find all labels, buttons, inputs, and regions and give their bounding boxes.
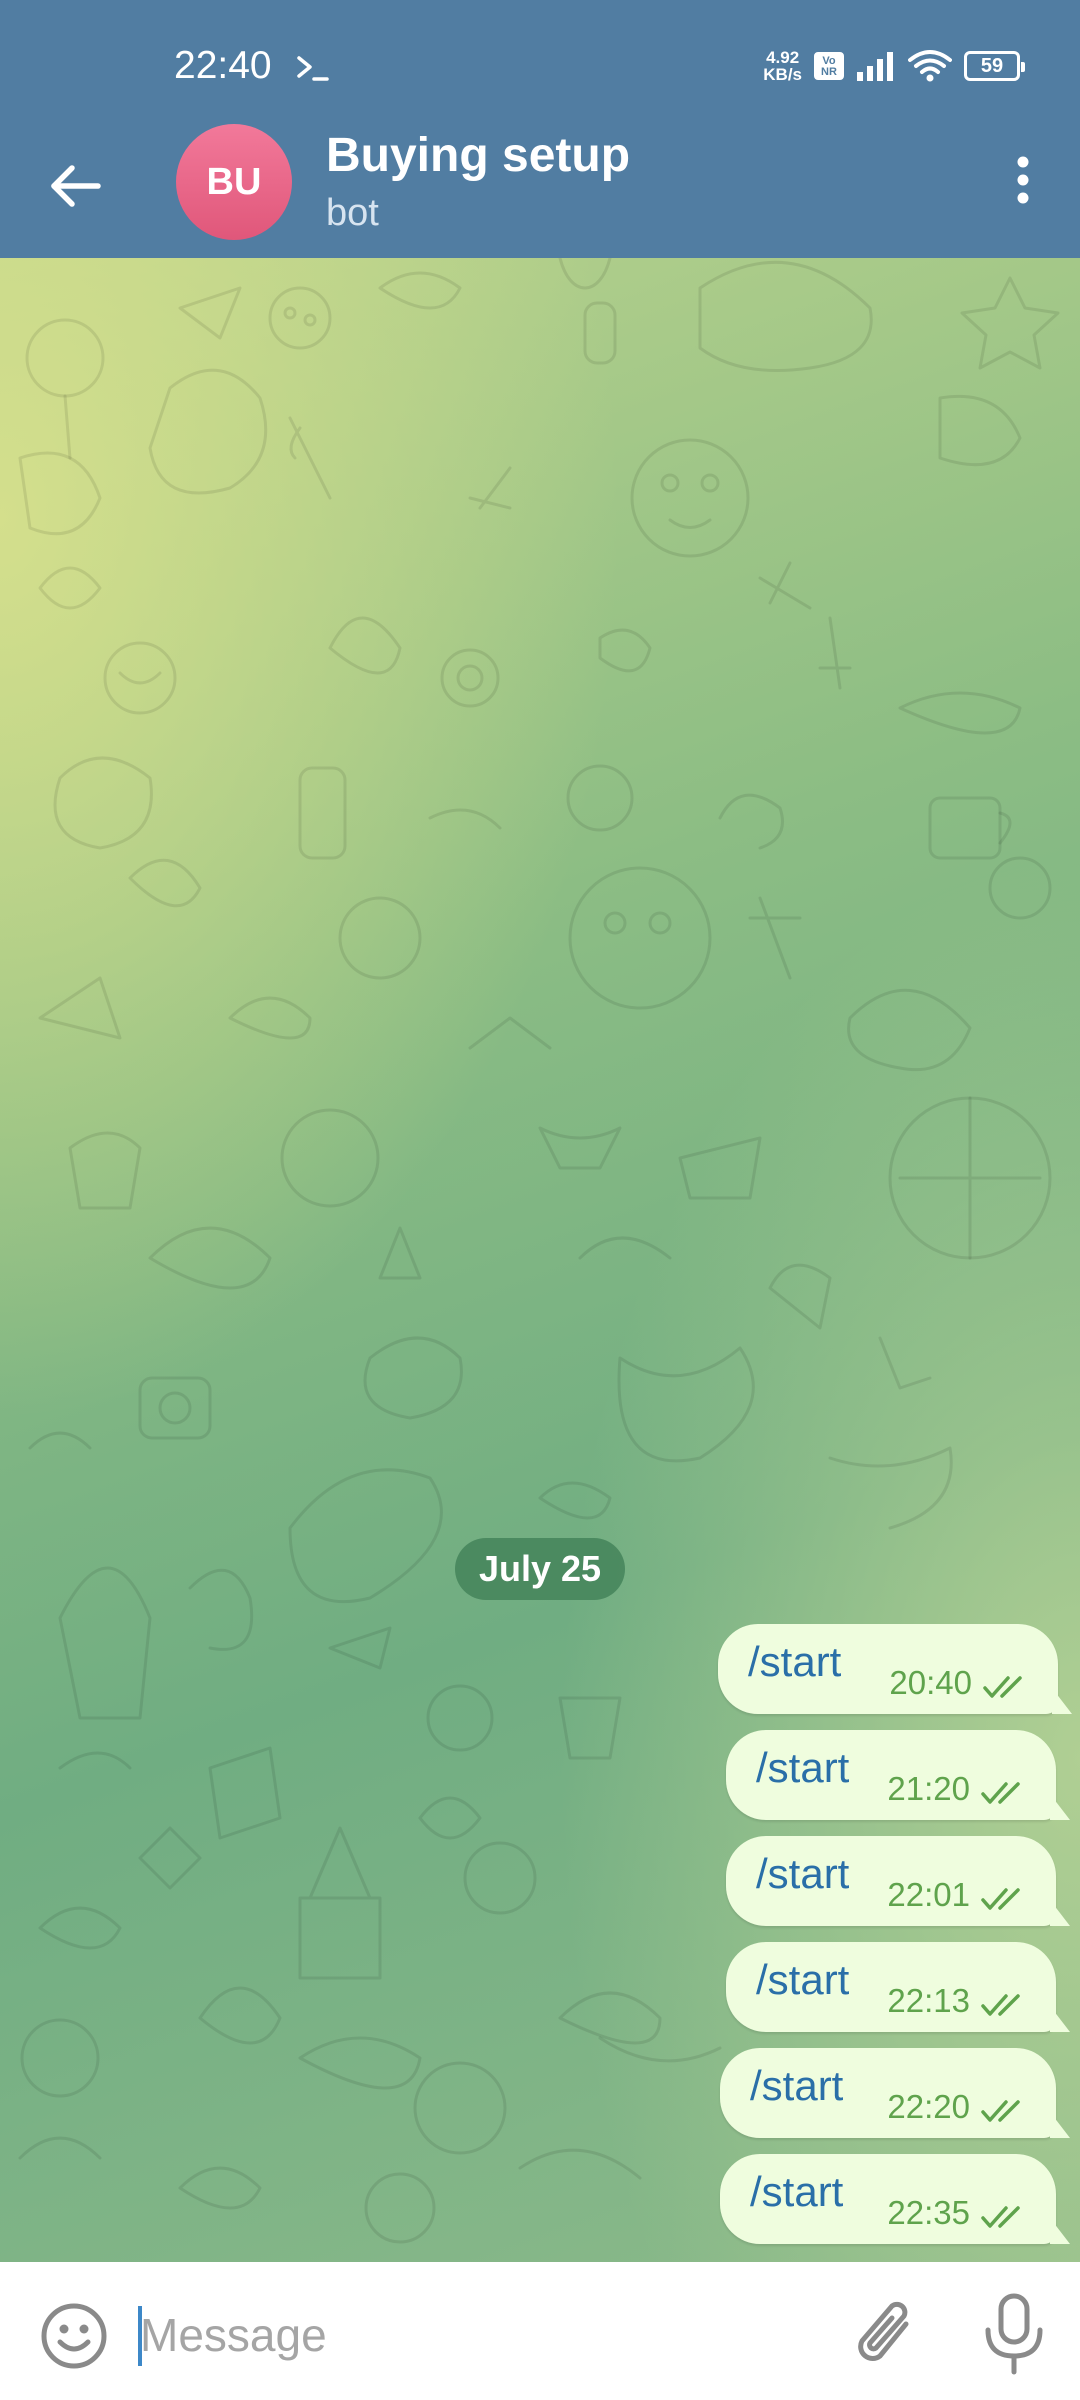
- double-check-icon: [981, 1782, 1020, 1804]
- message-bubble[interactable]: /start 22:20: [720, 2048, 1070, 2138]
- network-speed: 4.92 KB/s: [763, 48, 802, 84]
- double-check-icon: [983, 1676, 1022, 1698]
- chat-area[interactable]: July 25 /start 20:40 /start 21:20 /start…: [0, 258, 1080, 2262]
- status-icons: 4.92 KB/s Vo NR 59: [763, 46, 1025, 86]
- message-bubble[interactable]: /start 22:13: [726, 1942, 1070, 2032]
- volte-badge: Vo NR: [814, 52, 844, 80]
- message-input[interactable]: [140, 2300, 800, 2370]
- double-check-icon: [981, 2100, 1020, 2122]
- terminal-icon: [297, 56, 329, 81]
- voice-message-button[interactable]: [974, 2290, 1054, 2378]
- more-vert-icon: [1017, 156, 1029, 204]
- avatar-initials: BU: [206, 160, 262, 203]
- status-time: 22:40: [174, 44, 272, 87]
- double-check-icon: [981, 1994, 1020, 2016]
- battery-level: 59: [980, 54, 1004, 77]
- message-time: 22:13: [887, 1982, 970, 2019]
- back-arrow-icon: [51, 165, 101, 207]
- message-composer: [0, 2262, 1080, 2400]
- emoji-icon: [41, 2303, 107, 2369]
- battery-icon: 59: [964, 51, 1025, 81]
- wifi-icon: [908, 50, 952, 82]
- message-time: 22:35: [887, 2194, 970, 2231]
- message-text: /start: [750, 2062, 844, 2109]
- signal-icon: [857, 52, 893, 81]
- message-bubble[interactable]: /start 20:40: [718, 1624, 1072, 1714]
- message-time: 22:20: [887, 2088, 970, 2125]
- avatar[interactable]: BU: [176, 124, 292, 240]
- more-options-button[interactable]: [988, 140, 1058, 220]
- message-time: 20:40: [889, 1664, 972, 1701]
- message-text: /start: [756, 1744, 850, 1791]
- double-check-icon: [981, 1888, 1020, 1910]
- message-time: 22:01: [887, 1876, 970, 1913]
- message-time: 21:20: [887, 1770, 970, 1807]
- message-text: /start: [750, 2168, 844, 2215]
- attach-icon: [858, 2301, 909, 2361]
- mic-icon: [985, 2293, 1043, 2375]
- double-check-icon: [981, 2206, 1020, 2228]
- attach-button[interactable]: [850, 2294, 926, 2378]
- message-text: /start: [756, 1956, 850, 2003]
- date-separator: July 25: [455, 1538, 625, 1600]
- message-bubble[interactable]: /start 21:20: [726, 1730, 1070, 1820]
- chat-subtitle: bot: [326, 192, 379, 234]
- chat-header: 22:40 4.92 KB/s Vo NR 59 BU Buying setup…: [0, 0, 1080, 258]
- message-text: /start: [748, 1638, 842, 1685]
- emoji-button[interactable]: [36, 2298, 112, 2374]
- status-bar: 22:40 4.92 KB/s Vo NR 59: [0, 0, 1080, 140]
- back-button[interactable]: [36, 146, 116, 226]
- message-bubble[interactable]: /start 22:01: [726, 1836, 1070, 1926]
- chat-title[interactable]: Buying setup: [326, 128, 630, 183]
- message-bubble[interactable]: /start 22:35: [720, 2154, 1070, 2244]
- message-text: /start: [756, 1850, 850, 1897]
